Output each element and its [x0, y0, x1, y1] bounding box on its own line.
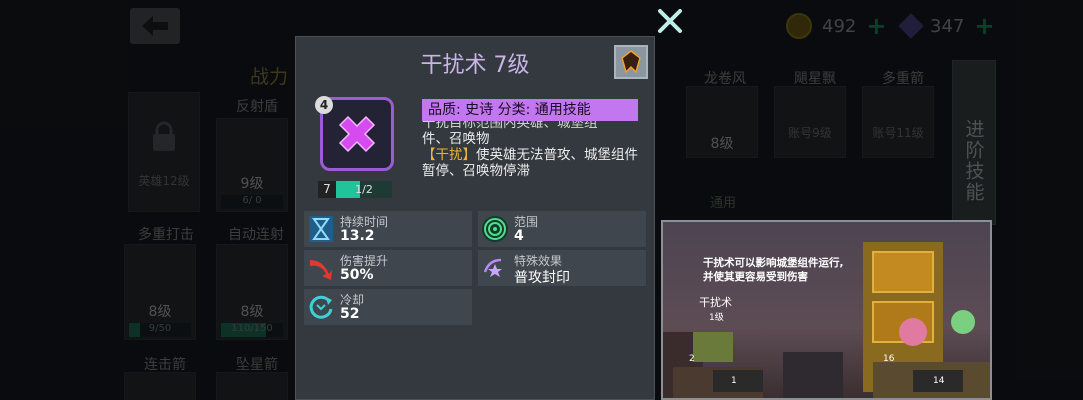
cooldown-icon	[306, 291, 336, 323]
stat-duration: 持续时间 13.2	[304, 211, 472, 247]
preview-skill-name: 干扰术	[699, 296, 732, 309]
lock-icon	[153, 121, 175, 151]
stat-cooldown: 冷却 52	[304, 289, 472, 325]
preview-unit-count: 16	[883, 354, 895, 364]
coin-counter: 492 +	[786, 12, 886, 40]
coin-amount: 492	[822, 15, 857, 37]
card-title: 多重打击	[138, 227, 194, 243]
back-arrow-icon	[142, 16, 168, 36]
stat-damage-boost: 伤害提升 50%	[304, 250, 472, 286]
description-effect: 【干扰】使英雄无法普攻、城堡组件暂停、召唤物停滞	[422, 147, 642, 179]
skill-card-reflect[interactable]: 9级 6/ 0	[216, 118, 288, 212]
skill-progress-row: 7 1/2	[318, 181, 392, 198]
skill-description: 干扰目标范围内英雄、城堡组 件、召唤物 【干扰】使英雄无法普攻、城堡组件暂停、召…	[422, 121, 642, 207]
tab-label: 进阶技能	[962, 119, 985, 203]
skill-card-combo-arrow[interactable]	[124, 372, 196, 400]
close-icon	[658, 9, 682, 33]
coin-icon	[786, 13, 812, 39]
skill-detail-dialog: 干扰术 7级 4 7 1/2 品质: 史诗 分类: 通用技能 干扰目标范围内英雄…	[295, 36, 655, 400]
description-line: 件、召唤物	[422, 131, 490, 147]
section-label: 通用	[710, 196, 737, 211]
stat-range: 范围 4	[478, 211, 646, 247]
skill-card-auto-fire[interactable]: 8级 110/150	[216, 244, 288, 340]
preview-skill-level: 1级	[709, 313, 724, 323]
star-special-icon	[480, 252, 510, 284]
card-level: 8级	[148, 304, 172, 320]
preview-unit-count: 1	[731, 376, 737, 386]
quality-category-label: 品质: 史诗 分类: 通用技能	[422, 99, 638, 121]
card-level: 9级	[240, 176, 264, 192]
add-coins-button[interactable]: +	[866, 12, 886, 40]
locked-requirement: 账号11级	[872, 126, 924, 140]
rank-emblem-icon	[621, 50, 641, 74]
stat-value: 50%	[340, 267, 374, 283]
skill-preview-image: 干扰术可以影响城堡组件运行, 并使其更容易受到伤害 干扰术 1级 2 1 16 …	[661, 220, 992, 400]
card-progress: 9/50	[129, 323, 191, 337]
power-label: 战力	[250, 66, 289, 88]
card-title: 反射盾	[236, 99, 278, 115]
gem-counter: 347 +	[898, 12, 994, 40]
add-gems-button[interactable]: +	[974, 12, 994, 40]
skill-grade-badge: 4	[315, 96, 333, 114]
arrow-up-damage-icon	[306, 252, 336, 284]
card-title: 自动连射	[228, 227, 284, 243]
effect-tag: 【干扰】	[422, 147, 476, 163]
card-title: 坠星箭	[236, 357, 278, 373]
skill-card-tornado[interactable]: 8级	[686, 86, 758, 158]
card-level: 8级	[240, 304, 264, 320]
preview-unit-count: 2	[689, 354, 695, 364]
skill-progress-text: 1/2	[355, 183, 373, 196]
dialog-title: 干扰术 7级	[420, 53, 530, 78]
preview-unit-count: 14	[933, 376, 945, 386]
stat-value: 普攻封印	[514, 270, 570, 286]
swirl-icon	[480, 213, 510, 245]
locked-requirement: 英雄12级	[138, 174, 190, 188]
description-cut-line: 干扰目标范围内英雄、城堡组	[422, 121, 598, 131]
skill-progress-bar: 1/2	[336, 181, 392, 198]
card-progress: 6/ 0	[221, 195, 283, 209]
skill-card-locked-9[interactable]: 账号9级	[774, 86, 846, 158]
locked-requirement: 账号9级	[788, 126, 832, 140]
rank-badge[interactable]	[614, 45, 648, 79]
close-button[interactable]	[655, 6, 685, 36]
skill-card-multi-strike[interactable]: 8级 9/50	[124, 244, 196, 340]
card-title: 多重箭	[882, 71, 924, 87]
stat-value: 52	[340, 306, 360, 322]
stat-value: 13.2	[340, 228, 375, 244]
skill-card-locked-11[interactable]: 账号11级	[862, 86, 934, 158]
stat-value: 4	[514, 228, 524, 244]
gem-icon	[898, 13, 924, 39]
back-button[interactable]	[130, 8, 180, 44]
skill-card-locked[interactable]: 英雄12级	[128, 92, 200, 212]
preview-caption: 干扰术可以影响城堡组件运行, 并使其更容易受到伤害	[703, 257, 844, 283]
card-level: 8级	[710, 136, 734, 152]
skill-card-falling-star[interactable]	[216, 372, 288, 400]
tab-advanced-skills[interactable]: 进阶技能	[952, 60, 996, 225]
card-title: 飓星飘	[794, 71, 836, 87]
skill-stats-grid: 持续时间 13.2 范围 4 伤害提升 50% 特殊效果 普攻封印 冷却 52	[304, 211, 650, 325]
stat-special-effect: 特殊效果 普攻封印	[478, 250, 646, 286]
hourglass-icon	[306, 213, 336, 245]
skill-level-number: 7	[318, 181, 336, 198]
card-progress: 110/150	[221, 323, 283, 337]
card-title: 龙卷风	[704, 71, 746, 87]
card-title: 连击箭	[144, 357, 186, 373]
gem-amount: 347	[930, 15, 965, 37]
interference-x-icon	[338, 115, 376, 153]
